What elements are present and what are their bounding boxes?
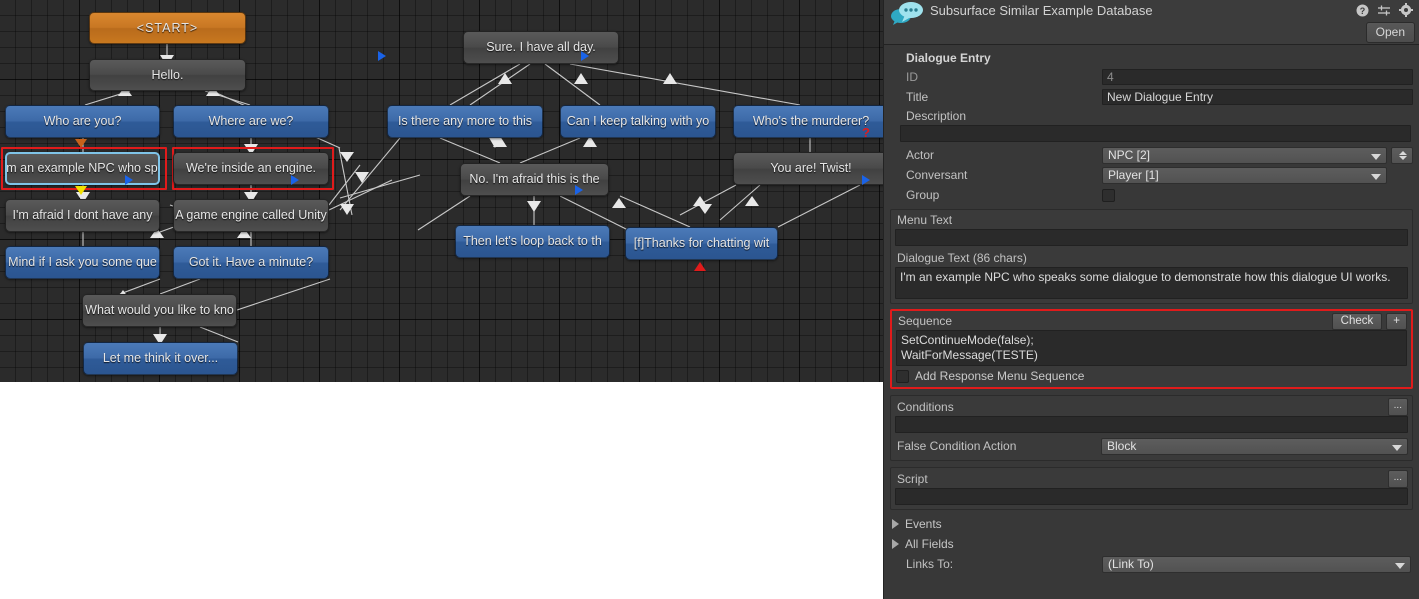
inspector-panel: Subsurface Similar Example Database ? Op… (883, 0, 1419, 599)
dialogue-node-hello[interactable]: Hello. (89, 59, 246, 91)
dialogue-text-label: Dialogue Text (86 chars) (897, 251, 1027, 265)
section-title: Dialogue Entry (906, 50, 991, 65)
dialogue-node-inside-an-engine[interactable]: We're inside an engine. (173, 152, 329, 185)
dialogue-editor-window: <START> Hello. Who are you? Where are we? Is… (0, 0, 1419, 599)
links-to-label: Links To: (906, 557, 954, 571)
play-arrow-icon[interactable] (581, 51, 589, 61)
play-arrow-icon[interactable] (291, 175, 299, 185)
dialogue-node-then-lets-loop[interactable]: Then let's loop back to th (455, 225, 610, 258)
inspector-header: Subsurface Similar Example Database ? Op… (884, 0, 1419, 45)
open-button[interactable]: Open (1365, 22, 1415, 43)
conversant-dropdown[interactable]: Player [1] (1102, 166, 1387, 184)
dialogue-node-can-i-keep-talking[interactable]: Can I keep talking with yo (560, 105, 716, 138)
database-title: Subsurface Similar Example Database (930, 3, 1153, 18)
dialogue-node-no-im-afraid[interactable]: No. I'm afraid this is the (460, 163, 609, 196)
id-label: ID (906, 70, 918, 84)
help-icon[interactable]: ? (1356, 4, 1369, 17)
dialogue-node-where-are-we[interactable]: Where are we? (173, 105, 329, 138)
sequence-check-button[interactable]: Check (1331, 313, 1383, 330)
menu-text-input[interactable] (895, 229, 1408, 246)
links-to-dropdown[interactable]: (Link To) (1102, 555, 1411, 573)
sequence-add-button[interactable]: + (1386, 313, 1407, 330)
dialogue-node-thanks-for-chatting[interactable]: [f]Thanks for chatting wit (625, 227, 778, 260)
sequence-box: Sequence Check + SetContinueMode(false);… (890, 309, 1413, 389)
actor-row: Actor NPC [2] (884, 145, 1419, 165)
condition-question-icon: ? (862, 125, 870, 140)
events-label: Events (905, 517, 942, 531)
link-marker-icon (75, 186, 87, 195)
group-checkbox[interactable] (1102, 188, 1115, 202)
script-box: Script ... (890, 467, 1413, 510)
conditions-input[interactable] (895, 416, 1408, 433)
description-label-row: Description (884, 107, 1419, 125)
add-response-menu-label: Add Response Menu Sequence (915, 369, 1085, 383)
sequence-input[interactable]: SetContinueMode(false); WaitForMessage(T… (896, 330, 1407, 366)
play-arrow-icon[interactable] (378, 51, 386, 61)
sequence-label: Sequence (898, 314, 953, 328)
group-row: Group (884, 185, 1419, 205)
title-input[interactable]: New Dialogue Entry (1102, 89, 1413, 105)
links-to-row: Links To: (Link To) (884, 554, 1419, 574)
menu-text-label: Menu Text (897, 213, 953, 227)
inspector-body: Dialogue Entry ID 4 Title New Dialogue E… (884, 48, 1419, 574)
id-value: 4 (1102, 69, 1413, 85)
conditions-box: Conditions ... False Condition Action Bl… (890, 395, 1413, 461)
script-input[interactable] (895, 488, 1408, 505)
dialogue-node-start[interactable]: <START> (89, 12, 246, 44)
dialogue-node-is-there-any-more[interactable]: Is there any more to this (387, 105, 543, 138)
chat-bubble-icon (889, 1, 927, 25)
conditions-menu-button[interactable]: ... (1387, 398, 1408, 416)
actor-stepper[interactable] (1391, 146, 1413, 164)
false-condition-row: False Condition Action Block (895, 436, 1408, 456)
dialogue-node-game-engine-unity[interactable]: A game engine called Unity (173, 199, 329, 232)
actor-label: Actor (906, 148, 935, 162)
false-condition-dropdown[interactable]: Block (1101, 437, 1408, 455)
all-fields-label: All Fields (905, 537, 954, 551)
add-response-menu-checkbox[interactable] (896, 369, 909, 383)
false-condition-label: False Condition Action (897, 439, 1017, 453)
dialogue-node-mind-if-i-ask[interactable]: Mind if I ask you some que (5, 246, 160, 279)
dialogue-node-example-npc[interactable]: I'm an example NPC who spe (5, 152, 160, 185)
chevron-right-icon (892, 519, 899, 529)
conversant-label: Conversant (906, 168, 968, 182)
dialogue-node-who-are-you[interactable]: Who are you? (5, 105, 160, 138)
dialogue-node-im-afraid-i-dont[interactable]: I'm afraid I dont have any (5, 199, 160, 232)
gear-icon[interactable] (1399, 3, 1413, 17)
dialogue-node-got-it-minute[interactable]: Got it. Have a minute? (173, 246, 329, 279)
title-label: Title (906, 90, 929, 104)
link-marker-icon (694, 262, 706, 271)
actor-dropdown[interactable]: NPC [2] (1102, 146, 1387, 164)
dialogue-node-you-are-twist[interactable]: You are! Twist! (733, 152, 883, 185)
id-row: ID 4 (884, 67, 1419, 87)
dialogue-node-whos-the-murderer[interactable]: Who's the murderer? (733, 105, 883, 138)
play-arrow-icon[interactable] (575, 185, 583, 195)
all-fields-foldout[interactable]: All Fields (884, 534, 1419, 554)
dialogue-node-what-would-you-like[interactable]: What would you like to kno (82, 294, 237, 327)
preset-icon[interactable] (1377, 4, 1391, 17)
play-arrow-icon[interactable] (862, 175, 870, 185)
dialogue-graph-canvas[interactable]: <START> Hello. Who are you? Where are we? Is… (0, 0, 883, 382)
header-icon-group: ? (1356, 3, 1413, 17)
group-label: Group (906, 188, 940, 202)
play-arrow-icon[interactable] (125, 175, 133, 185)
title-row: Title New Dialogue Entry (884, 87, 1419, 107)
link-marker-icon (75, 139, 87, 148)
description-input[interactable] (900, 125, 1411, 142)
svg-text:?: ? (1360, 6, 1366, 16)
script-menu-button[interactable]: ... (1387, 470, 1408, 488)
conversant-row: Conversant Player [1] (884, 165, 1419, 185)
script-label: Script (897, 471, 928, 486)
dialogue-text-input[interactable]: I'm an example NPC who speaks some dialo… (895, 267, 1408, 299)
conditions-label: Conditions (897, 399, 954, 414)
description-label: Description (906, 109, 967, 123)
chevron-right-icon (892, 539, 899, 549)
dialogue-node-sure-all-day[interactable]: Sure. I have all day. (463, 31, 619, 64)
dialogue-node-let-me-think[interactable]: Let me think it over... (83, 342, 238, 375)
menu-text-box: Menu Text Dialogue Text (86 chars) I'm a… (890, 209, 1413, 304)
events-foldout[interactable]: Events (884, 514, 1419, 534)
